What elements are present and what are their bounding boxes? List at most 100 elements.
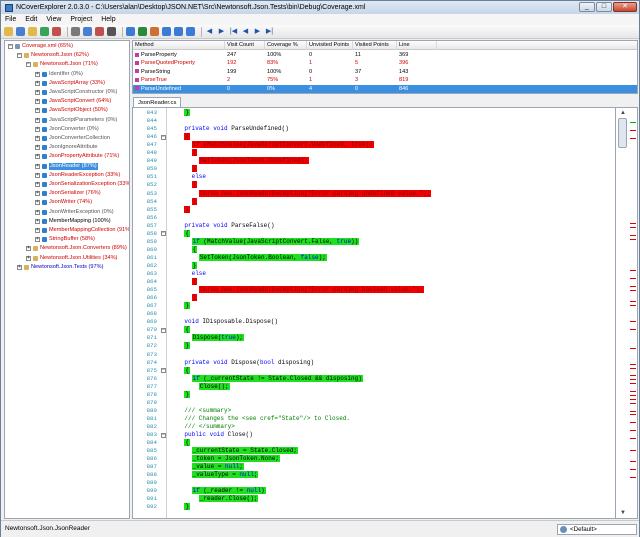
methods-table[interactable]: Method Visit Count Coverage % Unvisited Poi… (132, 40, 638, 94)
save-icon[interactable] (16, 27, 25, 36)
coverage-icon[interactable] (126, 27, 135, 36)
tree-node[interactable]: + JsonSerializationException (33%) (35, 181, 129, 188)
tree-node[interactable]: + JsonWriter (74%) (35, 199, 92, 206)
tree-expander-icon[interactable]: + (35, 191, 40, 197)
scroll-thumb[interactable] (618, 118, 627, 148)
tree-node[interactable]: + JsonWriterException (0%) (35, 209, 114, 216)
menu-help[interactable]: Help (101, 16, 115, 23)
tree-expander-icon[interactable]: + (35, 126, 40, 132)
tree-expander-icon[interactable]: + (26, 246, 31, 252)
fold-toggle-icon[interactable]: − (161, 231, 166, 237)
html-icon[interactable] (150, 27, 159, 36)
menu-view[interactable]: View (46, 16, 61, 23)
tree-expander-icon[interactable]: + (35, 172, 40, 178)
exclude-icon[interactable] (95, 27, 104, 36)
tree-node[interactable]: − Coverage.xml (65%) (8, 43, 73, 50)
tree-expander-icon[interactable]: + (35, 71, 40, 77)
back-icon[interactable]: ◀ (205, 27, 214, 36)
tree-node[interactable]: − Newtonsoft.Json (62%) (17, 52, 89, 59)
prev-icon[interactable]: ◀ (241, 27, 250, 36)
tree-node[interactable]: + JsonSerializer (76%) (35, 190, 101, 197)
tree-expander-icon[interactable]: + (17, 264, 22, 270)
next-icon[interactable]: ▶ (253, 27, 262, 36)
menu-project[interactable]: Project (70, 16, 92, 23)
palette-icon[interactable] (52, 27, 61, 36)
tree-node[interactable]: + JavaScriptObject (50%) (35, 107, 108, 114)
menu-edit[interactable]: Edit (25, 16, 37, 23)
tree-node[interactable]: + Newtonsoft.Json.Tests (97%) (17, 264, 103, 271)
report-icon[interactable] (138, 27, 147, 36)
tree-node[interactable]: + JavaScriptConstructor (0%) (35, 89, 117, 96)
filter-icon[interactable] (83, 27, 92, 36)
minimize-button[interactable]: _ (579, 2, 595, 12)
column-header[interactable]: Unvisited Points (307, 41, 353, 50)
refresh-icon[interactable] (40, 27, 49, 36)
first-icon[interactable]: |◀ (229, 27, 238, 36)
tree-node[interactable]: + Newtonsoft.Json.Utilities (34%) (26, 255, 117, 262)
tree-node[interactable]: + MemberMapping (100%) (35, 218, 111, 225)
tree-expander-icon[interactable]: + (35, 182, 40, 187)
tree-expander-icon[interactable]: − (17, 53, 22, 59)
tree-node[interactable]: + JavaScriptParameters (0%) (35, 117, 117, 124)
tree-expander-icon[interactable]: + (35, 80, 40, 86)
tree-expander-icon[interactable]: + (35, 117, 40, 123)
grid-icon[interactable] (162, 27, 171, 36)
find-icon[interactable] (71, 27, 80, 36)
tree-node[interactable]: + JavaScriptArray (33%) (35, 80, 105, 87)
tree-node[interactable]: + StringBuffer (58%) (35, 236, 95, 243)
tree-node[interactable]: + JsonConverterCollection (35, 135, 110, 142)
tab-jsonreader-cs[interactable]: JsonReader.cs (133, 97, 182, 107)
table-row[interactable]: ParseTrue 2 75% 1 3 819 (133, 76, 637, 84)
folder-icon[interactable] (28, 27, 37, 36)
tree-expander-icon[interactable]: + (35, 200, 40, 206)
table-row[interactable]: ParseString 199 100% 0 37 143 (133, 68, 637, 76)
coverage-tree[interactable]: − Coverage.xml (65%) − Newtonsoft.Json (62%… (4, 40, 130, 519)
table-row[interactable]: ParseQuotedProperty 192 83% 1 5 396 (133, 59, 637, 67)
tree-node[interactable]: + JavaScriptConvert (64%) (35, 98, 111, 105)
close-button[interactable]: ✕ (613, 2, 637, 12)
open-icon[interactable] (4, 27, 13, 36)
tree-expander-icon[interactable]: + (35, 163, 40, 169)
fold-toggle-icon[interactable]: − (161, 327, 166, 333)
tree-node[interactable]: − Newtonsoft.Json (71%) (26, 61, 98, 68)
tree-expander-icon[interactable]: − (26, 62, 31, 68)
tree-expander-icon[interactable]: + (35, 228, 40, 233)
column-header[interactable]: Visit Count (225, 41, 265, 50)
tree-icon[interactable] (186, 27, 195, 36)
scroll-down-icon[interactable]: ▼ (618, 509, 628, 517)
tree-node[interactable]: + Newtonsoft.Json.Converters (89%) (26, 245, 127, 252)
forward-icon[interactable]: ▶ (217, 27, 226, 36)
maximize-button[interactable]: □ (596, 2, 612, 12)
theme-selector[interactable]: <Default> (557, 524, 637, 535)
tree-expander-icon[interactable]: + (35, 145, 40, 151)
scroll-up-icon[interactable]: ▲ (618, 109, 628, 117)
settings-icon[interactable] (107, 27, 116, 36)
title-bar[interactable]: NCoverExplorer 2.0.3.0 - C:\Users\alan\D… (1, 1, 639, 14)
column-header[interactable]: Method (133, 41, 225, 50)
tree-expander-icon[interactable]: + (35, 90, 40, 95)
list-icon[interactable] (174, 27, 183, 36)
tree-expander-icon[interactable]: + (35, 136, 40, 141)
column-header[interactable]: Line (397, 41, 437, 50)
tree-node[interactable]: + JsonConverter (0%) (35, 126, 99, 133)
tree-expander-icon[interactable]: + (35, 237, 40, 243)
tree-node[interactable]: + JsonReader (87%) (35, 162, 98, 170)
tree-expander-icon[interactable]: + (35, 154, 40, 160)
tree-expander-icon[interactable]: + (35, 99, 40, 105)
tree-node[interactable]: + JsonReaderException (33%) (35, 172, 120, 179)
vertical-scrollbar[interactable]: ▲ ▼ (616, 107, 638, 519)
tree-node[interactable]: + MemberMappingCollection (91%) (35, 227, 129, 234)
column-header[interactable]: Visited Points (353, 41, 397, 50)
tree-expander-icon[interactable]: + (35, 209, 40, 215)
table-row[interactable]: ParseUndefined 0 0% 4 0 846 (133, 84, 637, 93)
last-icon[interactable]: ▶| (265, 27, 274, 36)
column-header[interactable]: Coverage % (265, 41, 307, 50)
fold-toggle-icon[interactable]: − (161, 432, 166, 438)
tree-node[interactable]: + IdentIfer (0%) (35, 71, 83, 78)
tree-expander-icon[interactable]: − (8, 44, 13, 49)
tree-expander-icon[interactable]: + (26, 255, 31, 261)
tree-node[interactable]: + JsonIgnoreAttribute (35, 144, 98, 151)
fold-toggle-icon[interactable]: − (161, 368, 166, 374)
fold-toggle-icon[interactable]: − (161, 134, 166, 140)
tree-node[interactable]: + JsonPropertyAttribute (71%) (35, 153, 119, 160)
